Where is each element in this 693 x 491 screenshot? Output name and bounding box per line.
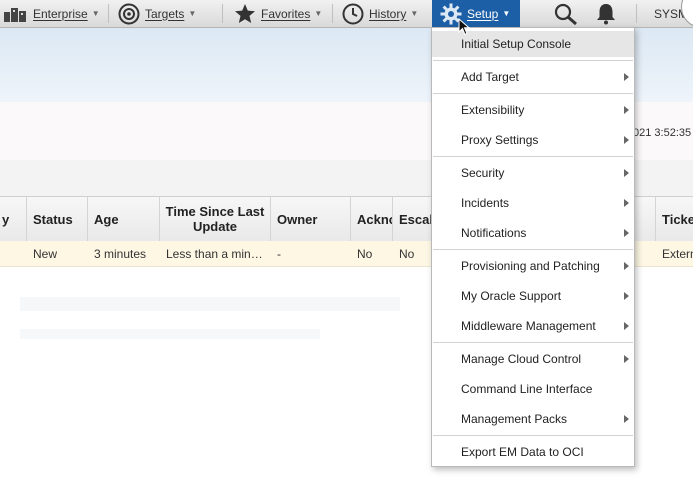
nav-divider — [108, 4, 109, 23]
menu-item-proxy-settings[interactable]: Proxy Settings — [432, 127, 634, 153]
menu-item-label: Manage Cloud Control — [461, 352, 582, 366]
submenu-arrow-icon — [624, 199, 629, 207]
menu-item-export-em-data-to-oci[interactable]: Export EM Data to OCI — [432, 439, 634, 465]
nav-targets[interactable]: Targets ▼ — [118, 0, 196, 27]
nav-divider — [222, 4, 223, 23]
column-header-owner[interactable]: Owner — [271, 197, 351, 241]
chevron-down-icon: ▼ — [314, 9, 323, 18]
nav-setup-label: Setup — [467, 6, 499, 21]
submenu-arrow-icon — [624, 229, 629, 237]
menu-item-label: Incidents — [461, 196, 510, 210]
cell-acknowledged: No — [357, 246, 373, 261]
cell-owner: - — [277, 246, 281, 261]
bell-icon — [597, 3, 615, 24]
menu-item-label: Command Line Interface — [461, 382, 593, 396]
menu-item-label: Extensibility — [461, 103, 525, 117]
top-nav-bar: Enterprise ▼ Targets ▼ Favorites ▼ Histo… — [0, 0, 693, 28]
chevron-down-icon: ▼ — [91, 9, 100, 18]
submenu-arrow-icon — [624, 136, 629, 144]
menu-divider — [433, 249, 633, 250]
nav-targets-label: Targets — [145, 6, 185, 21]
menu-item-command-line-interface[interactable]: Command Line Interface — [432, 376, 634, 402]
chevron-down-icon: ▼ — [410, 9, 419, 18]
submenu-arrow-icon — [624, 292, 629, 300]
cell-ticket: Extern — [662, 246, 693, 261]
chevron-down-icon: ▼ — [502, 9, 511, 18]
star-icon — [235, 4, 255, 23]
cell-status: New — [33, 246, 58, 261]
column-header-status[interactable]: Status — [27, 197, 88, 241]
nav-history[interactable]: History ▼ — [342, 0, 418, 27]
menu-item-middleware-management[interactable]: Middleware Management — [432, 313, 634, 339]
target-icon — [118, 3, 140, 24]
menu-item-label: Security — [461, 166, 505, 180]
menu-item-label: Middleware Management — [461, 319, 596, 333]
cell-age: 3 minutes — [94, 246, 147, 261]
notifications-button[interactable] — [595, 0, 622, 27]
submenu-arrow-icon — [624, 73, 629, 81]
nav-enterprise[interactable]: Enterprise ▼ — [4, 0, 100, 27]
menu-item-label: Notifications — [461, 226, 527, 240]
menu-item-manage-cloud-control[interactable]: Manage Cloud Control — [432, 346, 634, 372]
menu-item-security[interactable]: Security — [432, 160, 634, 186]
nav-enterprise-label: Enterprise — [33, 6, 88, 21]
submenu-arrow-icon — [624, 262, 629, 270]
menu-item-provisioning-and-patching[interactable]: Provisioning and Patching — [432, 253, 634, 279]
column-header-ticket[interactable]: Ticke — [655, 197, 693, 241]
menu-item-label: Proxy Settings — [461, 133, 539, 147]
menu-item-my-oracle-support[interactable]: My Oracle Support — [432, 283, 634, 309]
setup-dropdown-menu: Initial Setup Console Add Target Extensi… — [431, 27, 635, 467]
column-header-escalated[interactable]: Escal — [393, 197, 433, 241]
nav-setup[interactable]: Setup ▼ — [432, 0, 521, 27]
submenu-arrow-icon — [624, 106, 629, 114]
menu-item-label: Management Packs — [461, 412, 568, 426]
nav-divider — [636, 4, 637, 23]
submenu-arrow-icon — [624, 169, 629, 177]
search-button[interactable] — [554, 0, 583, 27]
menu-divider — [433, 342, 633, 343]
menu-divider — [433, 60, 633, 61]
menu-item-label: My Oracle Support — [461, 289, 562, 303]
menu-item-incidents[interactable]: Incidents — [432, 190, 634, 216]
cell-escalated: No — [399, 246, 415, 261]
menu-item-label: Add Target — [461, 70, 519, 84]
menu-item-add-target[interactable]: Add Target — [432, 64, 634, 90]
menu-item-label: Initial Setup Console — [461, 37, 572, 51]
column-header-acknowledged[interactable]: Ackno — [351, 197, 393, 241]
chevron-down-icon: ▼ — [188, 9, 197, 18]
menu-item-management-packs[interactable]: Management Packs — [432, 406, 634, 432]
faded-content — [20, 329, 320, 339]
menu-divider — [433, 435, 633, 436]
menu-item-extensibility[interactable]: Extensibility — [432, 97, 634, 123]
menu-item-label: Export EM Data to OCI — [461, 445, 584, 459]
nav-divider — [332, 4, 333, 23]
clock-icon — [342, 3, 364, 24]
submenu-arrow-icon — [624, 322, 629, 330]
column-header-severity[interactable]: y — [0, 197, 27, 241]
menu-item-notifications[interactable]: Notifications — [432, 220, 634, 246]
column-header-time-since-update[interactable]: Time Since Last Update — [160, 197, 271, 241]
nav-favorites[interactable]: Favorites ▼ — [234, 0, 322, 27]
faded-content — [20, 297, 400, 311]
search-icon — [554, 3, 577, 25]
menu-item-label: Provisioning and Patching — [461, 259, 600, 273]
page-refreshed-timestamp: 021 3:52:35 — [633, 127, 692, 139]
nav-history-label: History — [369, 6, 407, 21]
submenu-arrow-icon — [624, 415, 629, 423]
enterprise-icon — [4, 7, 26, 22]
nav-favorites-label: Favorites — [261, 6, 311, 21]
menu-divider — [433, 93, 633, 94]
submenu-arrow-icon — [624, 355, 629, 363]
column-header-age[interactable]: Age — [88, 197, 160, 241]
mouse-pointer-icon — [458, 18, 470, 36]
menu-divider — [433, 156, 633, 157]
cell-time-since-update: Less than a min… — [166, 246, 263, 261]
